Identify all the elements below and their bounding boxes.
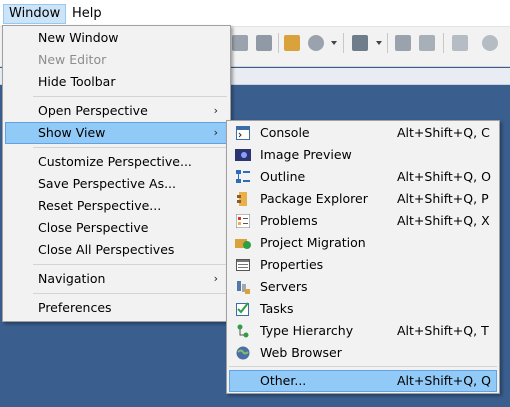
submenu-arrow-icon: › xyxy=(213,126,218,139)
image-preview-icon xyxy=(235,147,251,163)
menu-item-preferences[interactable]: Preferences xyxy=(5,297,228,319)
tasks-icon xyxy=(235,301,251,317)
project-migration-icon xyxy=(235,235,251,251)
tool-globe-icon[interactable] xyxy=(308,35,324,51)
type-hierarchy-icon xyxy=(235,323,251,339)
submenu-arrow-icon: › xyxy=(213,104,218,117)
menu-separator xyxy=(229,366,497,367)
view-item-shortcut: Alt+Shift+Q, X xyxy=(397,213,490,228)
menu-item-close-perspective[interactable]: Close Perspective xyxy=(5,217,228,239)
show-view-submenu: Console Alt+Shift+Q, C Image Preview Out… xyxy=(226,120,500,394)
menu-item-label: Show View xyxy=(38,125,106,140)
view-item-label: Web Browser xyxy=(260,345,342,360)
view-item-label: Console xyxy=(260,125,310,140)
menu-item-new-window[interactable]: New Window xyxy=(5,27,228,49)
menu-item-label: Customize Perspective... xyxy=(38,154,192,169)
tool-run-icon[interactable] xyxy=(419,35,435,51)
view-item-other[interactable]: Other... Alt+Shift+Q, Q xyxy=(229,370,497,392)
dropdown-arrow-icon[interactable] xyxy=(376,41,382,45)
view-item-label: Image Preview xyxy=(260,147,352,162)
view-item-servers[interactable]: Servers xyxy=(229,276,497,298)
tool-save-icon[interactable] xyxy=(256,35,272,51)
menu-item-label: Close Perspective xyxy=(38,220,149,235)
view-item-label: Servers xyxy=(260,279,308,294)
menu-item-label: Hide Toolbar xyxy=(38,74,116,89)
servers-icon xyxy=(235,279,251,295)
menu-help[interactable]: Help xyxy=(66,4,108,24)
tool-format-icon[interactable] xyxy=(395,35,411,51)
outline-icon xyxy=(235,169,251,185)
view-item-label: Outline xyxy=(260,169,306,184)
toolbar-separator xyxy=(387,33,388,53)
tool-back-icon[interactable] xyxy=(232,35,248,51)
menu-item-new-editor: New Editor xyxy=(5,49,228,71)
window-menu: New Window New Editor Hide Toolbar Open … xyxy=(2,25,231,322)
menu-window[interactable]: Window xyxy=(3,4,67,24)
view-item-shortcut: Alt+Shift+Q, Q xyxy=(397,373,491,388)
problems-icon xyxy=(235,213,251,229)
menu-item-customize-perspective[interactable]: Customize Perspective... xyxy=(5,151,228,173)
menu-item-label: Close All Perspectives xyxy=(38,242,175,257)
menu-item-label: New Editor xyxy=(38,52,107,67)
view-item-label: Problems xyxy=(260,213,318,228)
view-item-label: Other... xyxy=(260,373,307,388)
menu-item-hide-toolbar[interactable]: Hide Toolbar xyxy=(5,71,228,93)
dropdown-arrow-icon[interactable] xyxy=(331,41,337,45)
view-item-label: Properties xyxy=(260,257,324,272)
menu-item-open-perspective[interactable]: Open Perspective › xyxy=(5,100,228,122)
menu-item-label: Preferences xyxy=(38,300,112,315)
menu-separator xyxy=(33,147,227,148)
view-item-label: Tasks xyxy=(260,301,294,316)
view-item-web-browser[interactable]: Web Browser xyxy=(229,342,497,364)
view-item-problems[interactable]: Problems Alt+Shift+Q, X xyxy=(229,210,497,232)
menu-separator xyxy=(33,96,227,97)
view-item-outline[interactable]: Outline Alt+Shift+Q, O xyxy=(229,166,497,188)
tool-camera-icon[interactable] xyxy=(352,35,368,51)
menu-item-reset-perspective[interactable]: Reset Perspective... xyxy=(5,195,228,217)
view-item-image-preview[interactable]: Image Preview xyxy=(229,144,497,166)
menu-item-label: Save Perspective As... xyxy=(38,176,177,191)
menu-item-label: New Window xyxy=(38,30,119,45)
view-item-label: Project Migration xyxy=(260,235,366,250)
view-item-label: Type Hierarchy xyxy=(260,323,354,338)
menu-item-close-all-perspectives[interactable]: Close All Perspectives xyxy=(5,239,228,261)
view-item-shortcut: Alt+Shift+Q, P xyxy=(397,191,489,206)
menu-item-navigation[interactable]: Navigation › xyxy=(5,268,228,290)
menu-item-label: Reset Perspective... xyxy=(38,198,162,213)
view-item-shortcut: Alt+Shift+Q, T xyxy=(397,323,489,338)
tool-refresh-icon[interactable] xyxy=(482,35,498,51)
view-item-shortcut: Alt+Shift+Q, C xyxy=(397,125,490,140)
menubar: Window Help xyxy=(0,0,510,27)
menu-separator xyxy=(33,264,227,265)
toolbar-separator xyxy=(343,33,344,53)
view-item-label: Package Explorer xyxy=(260,191,368,206)
properties-icon xyxy=(235,257,251,273)
view-item-tasks[interactable]: Tasks xyxy=(229,298,497,320)
view-item-shortcut: Alt+Shift+Q, O xyxy=(397,169,491,184)
web-browser-icon xyxy=(235,345,251,361)
view-item-project-migration[interactable]: Project Migration xyxy=(229,232,497,254)
view-item-console[interactable]: Console Alt+Shift+Q, C xyxy=(229,122,497,144)
view-item-properties[interactable]: Properties xyxy=(229,254,497,276)
menu-item-show-view[interactable]: Show View › xyxy=(5,122,228,144)
tool-new-icon[interactable] xyxy=(284,35,300,51)
menu-separator xyxy=(33,293,227,294)
submenu-arrow-icon: › xyxy=(213,272,218,285)
view-item-type-hierarchy[interactable]: Type Hierarchy Alt+Shift+Q, T xyxy=(229,320,497,342)
toolbar-separator xyxy=(278,33,279,53)
menu-item-label: Navigation xyxy=(38,271,106,286)
view-item-package-explorer[interactable]: Package Explorer Alt+Shift+Q, P xyxy=(229,188,497,210)
menu-item-save-perspective[interactable]: Save Perspective As... xyxy=(5,173,228,195)
toolbar-separator xyxy=(443,33,444,53)
menu-item-label: Open Perspective xyxy=(38,103,148,118)
package-explorer-icon xyxy=(235,191,251,207)
tool-prev-icon[interactable] xyxy=(452,35,468,51)
console-icon xyxy=(235,125,251,141)
